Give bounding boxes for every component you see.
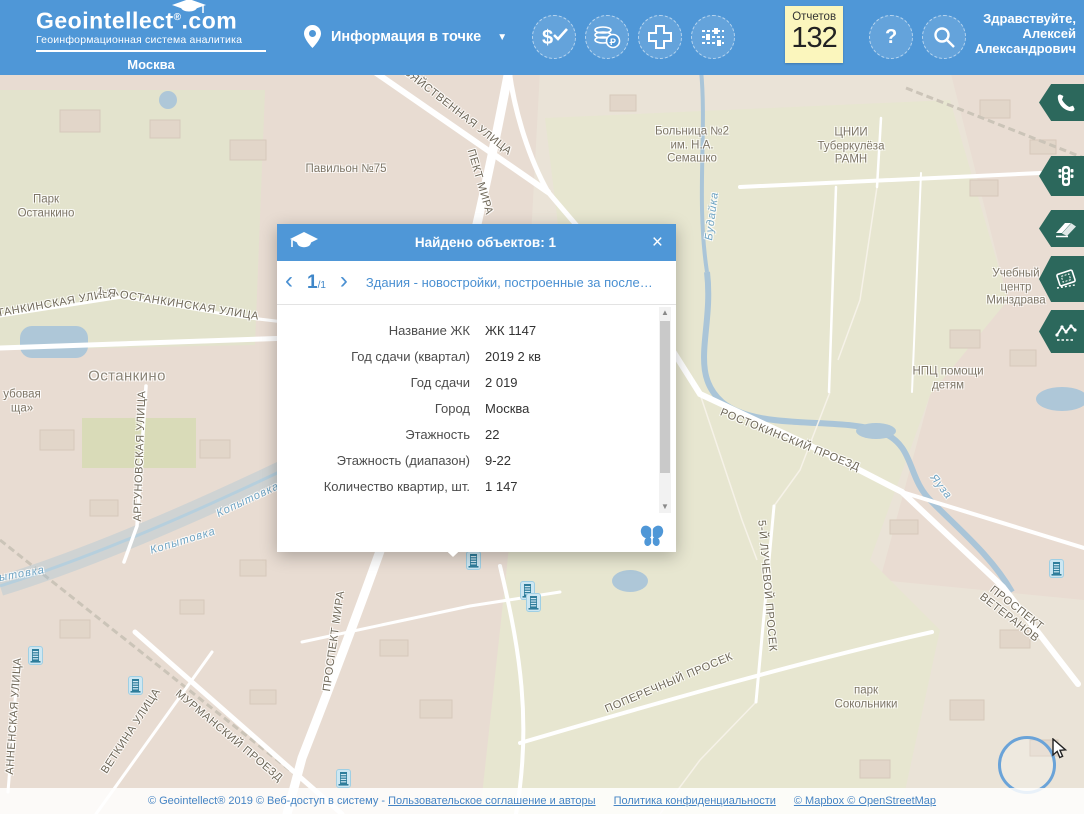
finance-check-button[interactable]: $: [532, 15, 576, 59]
map-selection-circle: [998, 736, 1056, 794]
field-row: Название ЖК ЖК 1147: [277, 317, 676, 343]
coins-ruble-icon: Р: [593, 24, 621, 50]
field-label: Год сдачи (квартал): [277, 349, 470, 364]
field-label: Название ЖК: [277, 323, 470, 338]
prev-page-button[interactable]: ‹: [277, 269, 301, 293]
field-row: Этажность 22: [277, 421, 676, 447]
footer-copyright: © Geointellect® 2019 © Веб-доступ в сист…: [148, 795, 596, 807]
help-button[interactable]: ?: [869, 15, 913, 59]
scroll-up-icon[interactable]: ▲: [659, 307, 671, 319]
field-row: Этажность (диапазон) 9-22: [277, 447, 676, 473]
popup-title: Найдено объектов: 1: [319, 235, 652, 250]
field-row: Количество квартир, шт. 1 147: [277, 473, 676, 499]
popup-fields: Название ЖК ЖК 1147 Год сдачи (квартал) 201…: [277, 305, 676, 519]
field-label: Этажность: [277, 427, 470, 442]
privacy-link[interactable]: Политика конфиденциальности: [614, 795, 776, 807]
sliders-button[interactable]: [691, 15, 735, 59]
field-label: Год сдачи: [277, 375, 470, 390]
building-marker-icon[interactable]: [336, 769, 351, 788]
graduation-cap-icon: [172, 0, 206, 15]
brand-subtitle: Геоинформационная система аналитика: [36, 34, 266, 46]
city-label[interactable]: Москва: [36, 57, 266, 72]
reports-counter-button[interactable]: Отчетов 132: [785, 6, 843, 63]
field-label: Город: [277, 401, 470, 416]
popup-footer: [277, 519, 676, 552]
field-value: 2019 2 кв: [485, 349, 541, 364]
building-marker-icon[interactable]: [28, 646, 43, 665]
finance-check-icon: $: [539, 23, 569, 51]
butterfly-logo-icon[interactable]: [639, 525, 665, 547]
search-button[interactable]: [922, 15, 966, 59]
traffic-light-icon: [1056, 165, 1076, 187]
building-marker-icon[interactable]: [1049, 559, 1064, 578]
user-greeting[interactable]: Здравствуйте, Алексей Александрович: [975, 11, 1076, 56]
field-value: ЖК 1147: [485, 323, 536, 338]
page-indicator: 1/1: [307, 272, 326, 294]
app-logo[interactable]: Geointellect®.com Геоинформационная сист…: [28, 6, 266, 72]
eraser-icon: [1055, 220, 1077, 238]
scrollbar-thumb[interactable]: [660, 321, 670, 473]
field-label: Этажность (диапазон): [277, 453, 470, 468]
mode-label: Информация в точке: [331, 29, 481, 45]
question-mark-icon: ?: [885, 26, 897, 49]
field-value: Москва: [485, 401, 529, 416]
field-value: 2 019: [485, 375, 518, 390]
field-value: 1 147: [485, 479, 518, 494]
field-label: Количество квартир, шт.: [277, 479, 470, 494]
svg-text:$: $: [542, 27, 553, 49]
brand-title: Geointellect®.com: [36, 6, 266, 33]
building-marker-icon[interactable]: [526, 593, 541, 612]
measure-map-icon: [1054, 267, 1078, 291]
object-info-popup: Найдено объектов: 1 × ‹ 1/1 › Здания - н…: [277, 224, 676, 552]
attribution-footer: © Geointellect® 2019 © Веб-доступ в сист…: [0, 788, 1084, 814]
sliders-icon: [699, 24, 727, 50]
line-chart-icon: [1054, 321, 1078, 343]
location-pin-icon: [304, 25, 321, 49]
reports-count: 132: [785, 23, 843, 53]
medical-cross-icon: [646, 23, 674, 51]
scroll-down-icon[interactable]: ▼: [659, 501, 671, 513]
search-icon: [931, 24, 957, 50]
coins-ruble-button[interactable]: Р: [585, 15, 629, 59]
popup-pagination-row: ‹ 1/1 › Здания - новостройки, построенны…: [277, 261, 676, 305]
medical-cross-button[interactable]: [638, 15, 682, 59]
popup-pointer-tail: [434, 539, 472, 557]
next-page-button[interactable]: ›: [332, 269, 356, 293]
popup-header: Найдено объектов: 1 ×: [277, 224, 676, 261]
building-marker-icon[interactable]: [128, 676, 143, 695]
top-header: Geointellect®.com Геоинформационная сист…: [0, 0, 1084, 75]
layer-link[interactable]: Здания - новостройки, построенные за пос…: [366, 275, 653, 290]
close-icon[interactable]: ×: [652, 233, 663, 252]
layers-cap-icon: [289, 230, 319, 256]
mode-dropdown[interactable]: Информация в точке ▼: [304, 25, 507, 49]
terms-link[interactable]: Пользовательское соглашение и авторы: [388, 795, 595, 807]
field-row: Год сдачи (квартал) 2019 2 кв: [277, 343, 676, 369]
map-attribution-link[interactable]: © Mapbox © OpenStreetMap: [794, 795, 936, 807]
logo-divider: [36, 50, 266, 52]
phone-icon: [1056, 93, 1076, 113]
chevron-down-icon: ▼: [497, 32, 507, 43]
field-row: Город Москва: [277, 395, 676, 421]
field-value: 9-22: [485, 453, 511, 468]
field-row: Год сдачи 2 019: [277, 369, 676, 395]
scrollbar[interactable]: ▲ ▼: [659, 307, 671, 513]
field-value: 22: [485, 427, 499, 442]
